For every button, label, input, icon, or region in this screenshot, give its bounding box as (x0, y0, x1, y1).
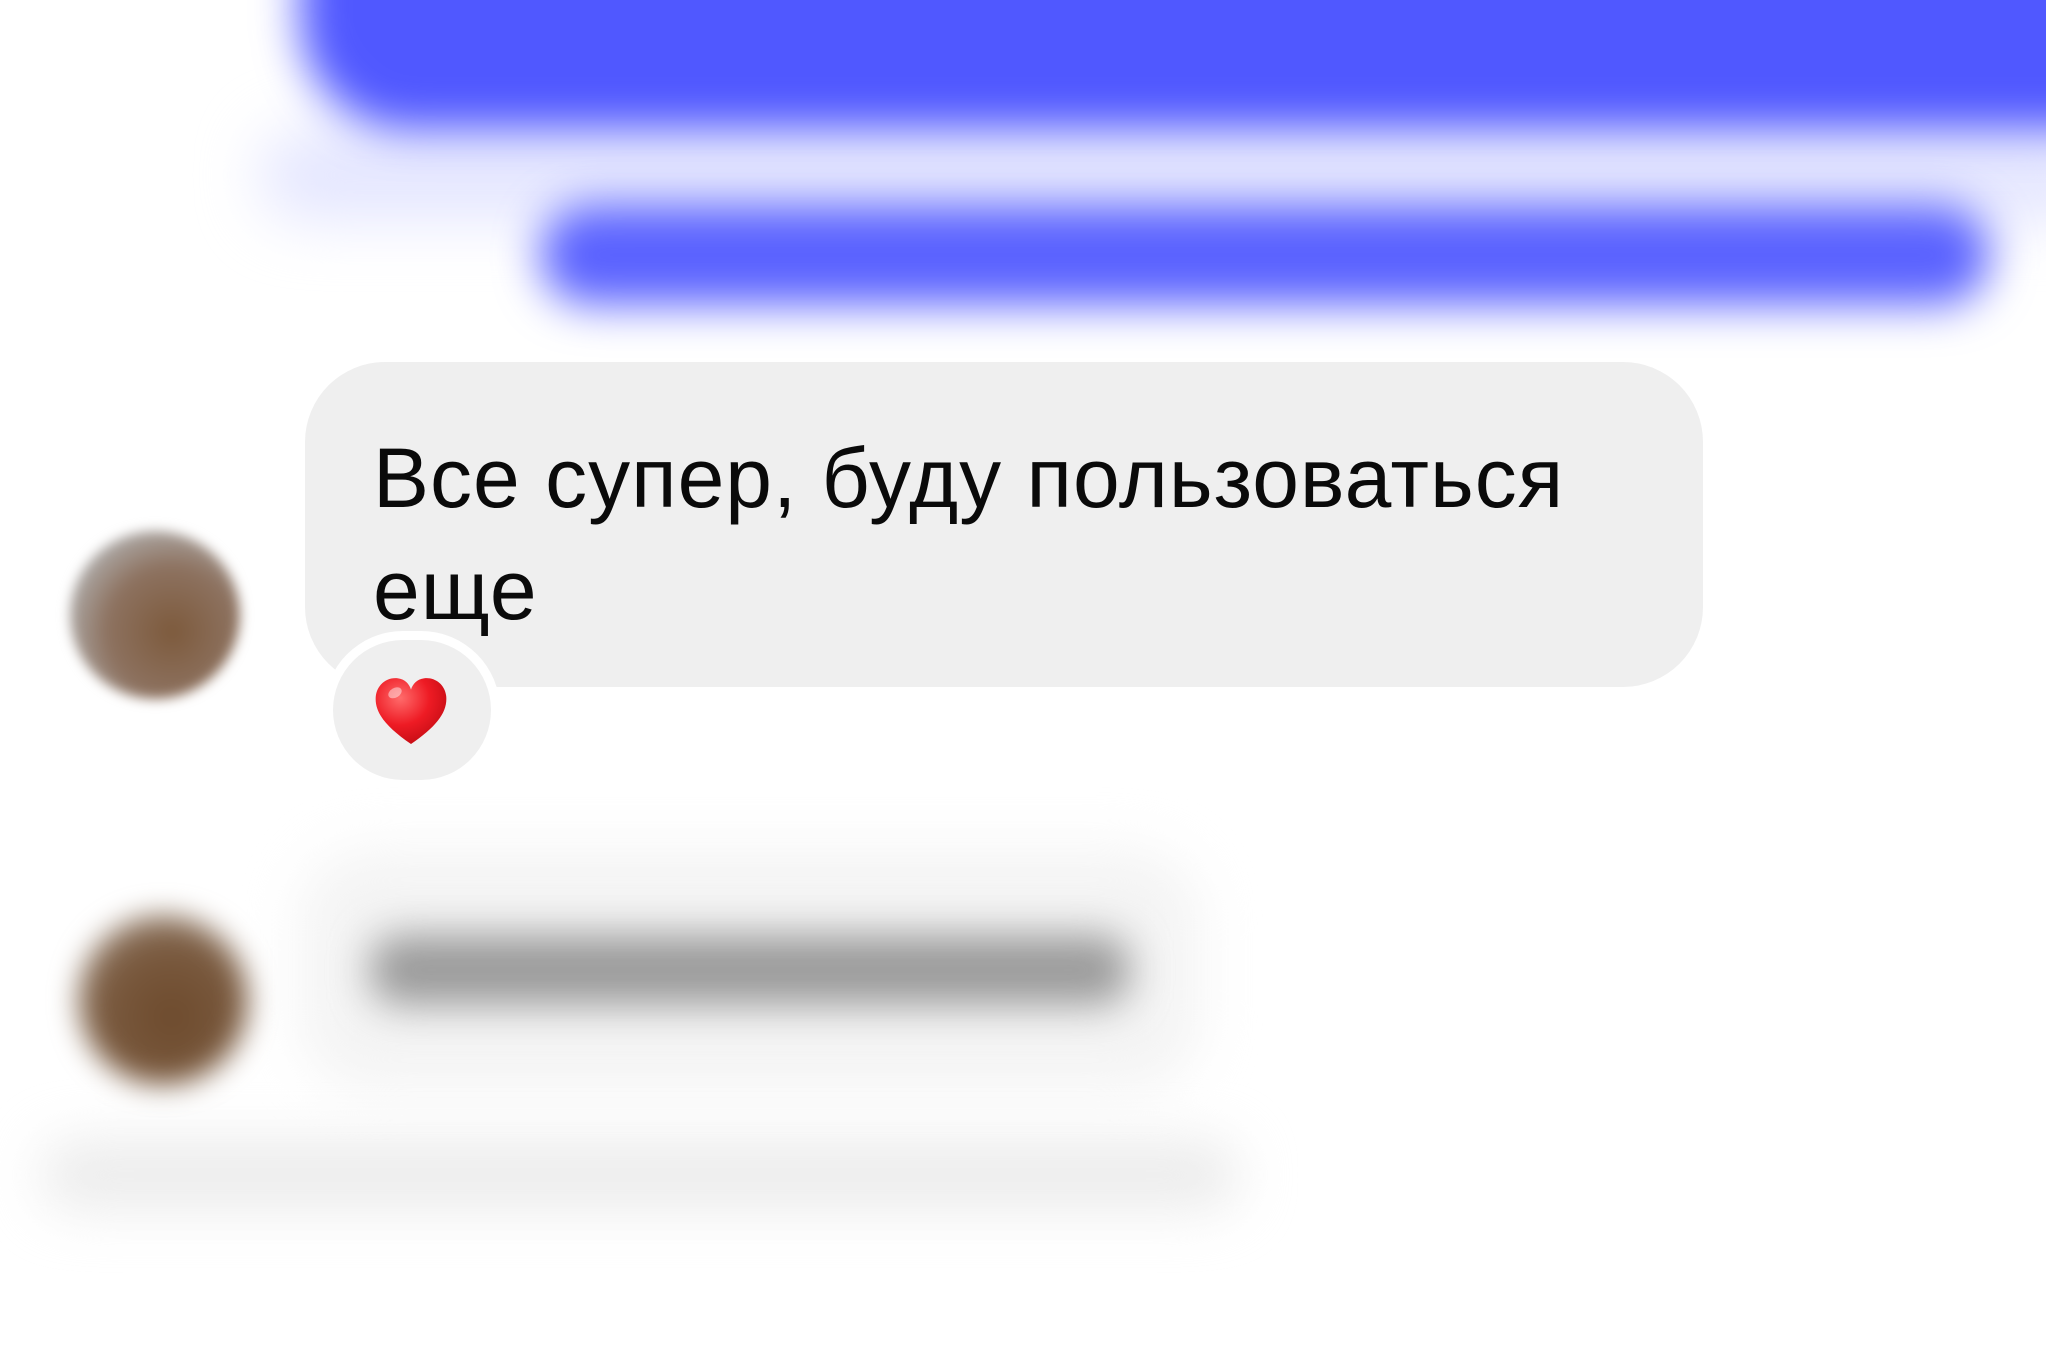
blurred-footer (40, 1140, 1240, 1210)
chat-thread: Все супер, буду пользоваться еще (0, 0, 2046, 1364)
incoming-message-bubble[interactable]: Все супер, буду пользоваться еще (305, 362, 1703, 687)
message-text: Все супер, буду пользоваться еще (373, 431, 1565, 637)
message-reaction[interactable] (333, 640, 491, 780)
sender-avatar[interactable] (70, 531, 240, 699)
blurred-outgoing-message (540, 205, 1990, 305)
blurred-message-text (370, 935, 1130, 1005)
blurred-sender-avatar (78, 915, 248, 1085)
blurred-outgoing-message (300, 0, 2046, 130)
heart-icon (375, 678, 447, 744)
